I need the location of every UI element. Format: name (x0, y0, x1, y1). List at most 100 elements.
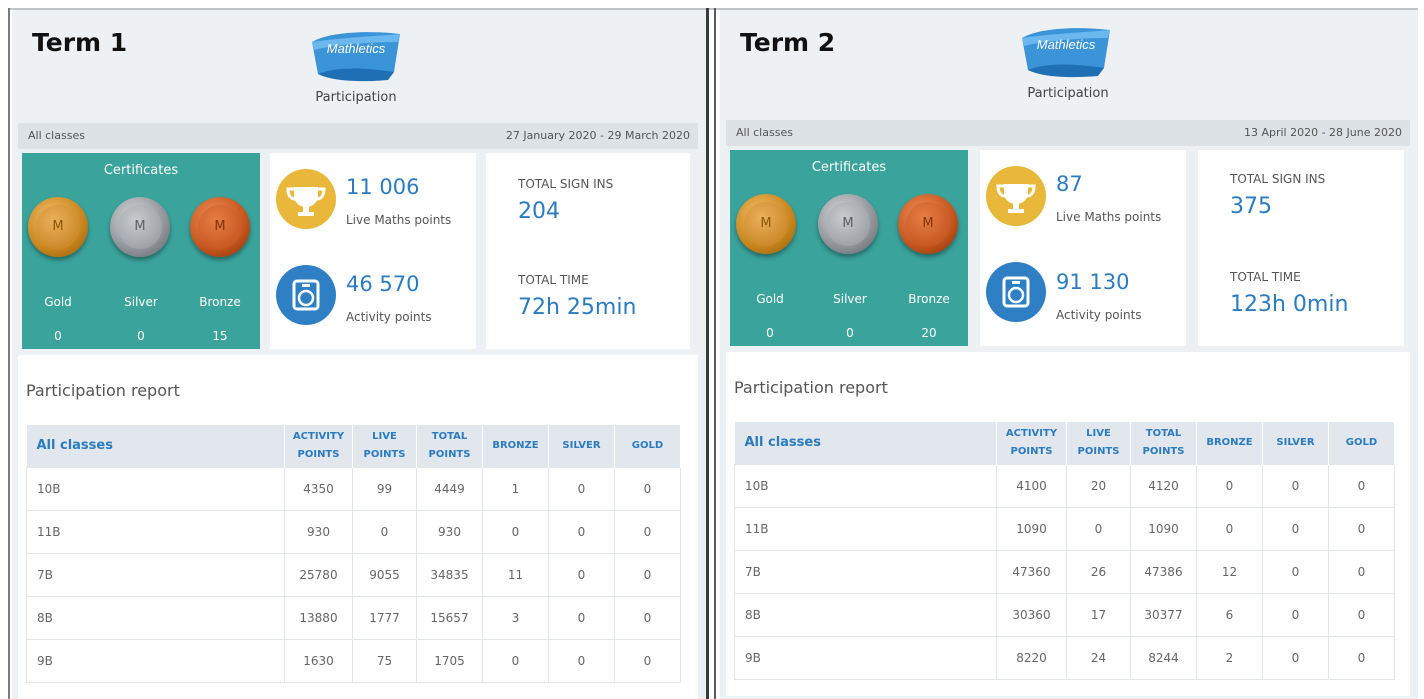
activity-points-label: Activity points (1056, 308, 1142, 322)
header-line: LIVE (1086, 427, 1111, 439)
bronze-cell: 12 (1196, 549, 1263, 594)
date-range[interactable]: 27 January 2020 - 29 March 2020 (506, 129, 690, 142)
gold-cell: 0 (1328, 463, 1395, 508)
total-points-cell: 1090 (1130, 506, 1197, 551)
table-row[interactable]: 8B 13880 1777 15657 3 0 0 (26, 595, 681, 640)
header-line: LIVE (372, 430, 397, 442)
certificates-card: Certificates M M M Gold Silver Bronze 0 … (730, 150, 968, 346)
header-line: ACTIVITY (292, 430, 345, 442)
bronze-label: Bronze (908, 292, 950, 306)
column-header-live-points[interactable]: LIVE POINTS (352, 425, 417, 467)
table-row[interactable]: 7B 47360 26 47386 12 0 0 (734, 549, 1395, 594)
table-row[interactable]: 11B 1090 0 1090 0 0 0 (734, 506, 1395, 551)
column-header-gold[interactable]: GOLD (614, 425, 681, 467)
class-cell: 7B (734, 549, 997, 594)
table-row[interactable]: 11B 930 0 930 0 0 0 (26, 509, 681, 554)
participation-table: All classes ACTIVITY POINTS LIVE POINTS TO… (26, 425, 681, 683)
total-time-value: 72h 25min (518, 295, 637, 320)
header-line: POINTS (1142, 445, 1185, 457)
totals-card: TOTAL SIGN INS 204 TOTAL TIME 72h 25min (486, 153, 690, 349)
class-cell: 7B (26, 552, 285, 597)
silver-cell: 0 (1262, 506, 1329, 551)
live-points-label: Live Maths points (1056, 210, 1162, 224)
class-cell: 11B (26, 509, 285, 554)
column-header-activity-points[interactable]: ACTIVITY POINTS (284, 425, 353, 467)
bronze-cell: 2 (1196, 635, 1263, 680)
silver-cell: 0 (548, 638, 615, 683)
activity-points-cell: 930 (284, 509, 353, 554)
column-header-gold[interactable]: GOLD (1328, 422, 1395, 464)
gold-cell: 0 (1328, 506, 1395, 551)
term-title: Term 1 (32, 28, 128, 57)
live-points-cell: 0 (352, 509, 417, 554)
class-filter[interactable]: All classes (28, 129, 85, 142)
class-filter-bar[interactable]: All classes 27 January 2020 - 29 March 2… (18, 123, 698, 149)
silver-cell: 0 (548, 466, 615, 511)
live-points-cell: 9055 (352, 552, 417, 597)
total-points-cell: 1705 (416, 638, 483, 683)
gold-cell: 0 (614, 595, 681, 640)
gold-cell: 0 (614, 638, 681, 683)
table-header-row: All classes ACTIVITY POINTS LIVE POINTS TO… (734, 422, 1395, 464)
bronze-medal-icon: M (898, 194, 958, 254)
bronze-medal-icon: M (190, 197, 250, 257)
activity-points-cell: 30360 (996, 592, 1067, 637)
total-points-cell: 34835 (416, 552, 483, 597)
table-row[interactable]: 10B 4100 20 4120 0 0 0 (734, 463, 1395, 508)
activity-points-cell: 47360 (996, 549, 1067, 594)
column-header-live-points[interactable]: LIVE POINTS (1066, 422, 1131, 464)
table-row[interactable]: 9B 1630 75 1705 0 0 0 (26, 638, 681, 683)
participation-report-panel: Participation report All classes ACTIVIT… (726, 352, 1410, 696)
activity-points-value: 46 570 (346, 272, 420, 296)
bronze-label: Bronze (199, 295, 241, 309)
class-cell: 8B (26, 595, 285, 640)
column-header-bronze[interactable]: BRONZE (1196, 422, 1263, 464)
live-points-cell: 24 (1066, 635, 1131, 680)
class-cell: 11B (734, 506, 997, 551)
total-sign-ins-label: TOTAL SIGN INS (518, 177, 614, 191)
total-points-cell: 8244 (1130, 635, 1197, 680)
table-row[interactable]: 10B 4350 99 4449 1 0 0 (26, 466, 681, 511)
table-row[interactable]: 7B 25780 9055 34835 11 0 0 (26, 552, 681, 597)
class-cell: 8B (734, 592, 997, 637)
bronze-count: 20 (921, 326, 937, 340)
class-cell: 10B (26, 466, 285, 511)
activity-points-cell: 8220 (996, 635, 1067, 680)
table-row[interactable]: 8B 30360 17 30377 6 0 0 (734, 592, 1395, 637)
logo-text: Mathletics (1036, 37, 1096, 52)
column-header-total-points[interactable]: TOTAL POINTS (1130, 422, 1197, 464)
gold-count: 0 (766, 326, 774, 340)
silver-cell: 0 (1262, 463, 1329, 508)
column-header-silver[interactable]: SILVER (1262, 422, 1329, 464)
page-subtitle: Participation (1027, 86, 1109, 101)
total-sign-ins-label: TOTAL SIGN INS (1230, 172, 1326, 186)
column-header-total-points[interactable]: TOTAL POINTS (416, 425, 483, 467)
column-header-class[interactable]: All classes (734, 422, 997, 464)
date-range[interactable]: 13 April 2020 - 28 June 2020 (1244, 126, 1402, 139)
trophy-icon (276, 169, 336, 229)
column-header-bronze[interactable]: BRONZE (482, 425, 549, 467)
total-sign-ins-value: 204 (518, 199, 560, 224)
class-filter-bar[interactable]: All classes 13 April 2020 - 28 June 2020 (726, 120, 1410, 146)
gold-count: 0 (54, 329, 62, 343)
report-title: Participation report (26, 381, 180, 400)
medal-letter: M (36, 205, 80, 249)
table-row[interactable]: 9B 8220 24 8244 2 0 0 (734, 635, 1395, 680)
term-title: Term 2 (740, 28, 836, 57)
term-1-panel: Term 1 Mathletics Participation All clas… (12, 10, 706, 699)
activity-points-cell: 1630 (284, 638, 353, 683)
table-header-row: All classes ACTIVITY POINTS LIVE POINTS TO… (26, 425, 681, 467)
bronze-cell: 0 (482, 638, 549, 683)
column-header-silver[interactable]: SILVER (548, 425, 615, 467)
gold-cell: 0 (1328, 549, 1395, 594)
participation-table: All classes ACTIVITY POINTS LIVE POINTS TO… (734, 422, 1395, 680)
total-points-cell: 4449 (416, 466, 483, 511)
live-points-cell: 99 (352, 466, 417, 511)
live-points-value: 87 (1056, 172, 1083, 196)
column-header-activity-points[interactable]: ACTIVITY POINTS (996, 422, 1067, 464)
bronze-cell: 1 (482, 466, 549, 511)
column-header-class[interactable]: All classes (26, 425, 285, 467)
silver-count: 0 (137, 329, 145, 343)
class-filter[interactable]: All classes (736, 126, 793, 139)
activity-points-cell: 25780 (284, 552, 353, 597)
